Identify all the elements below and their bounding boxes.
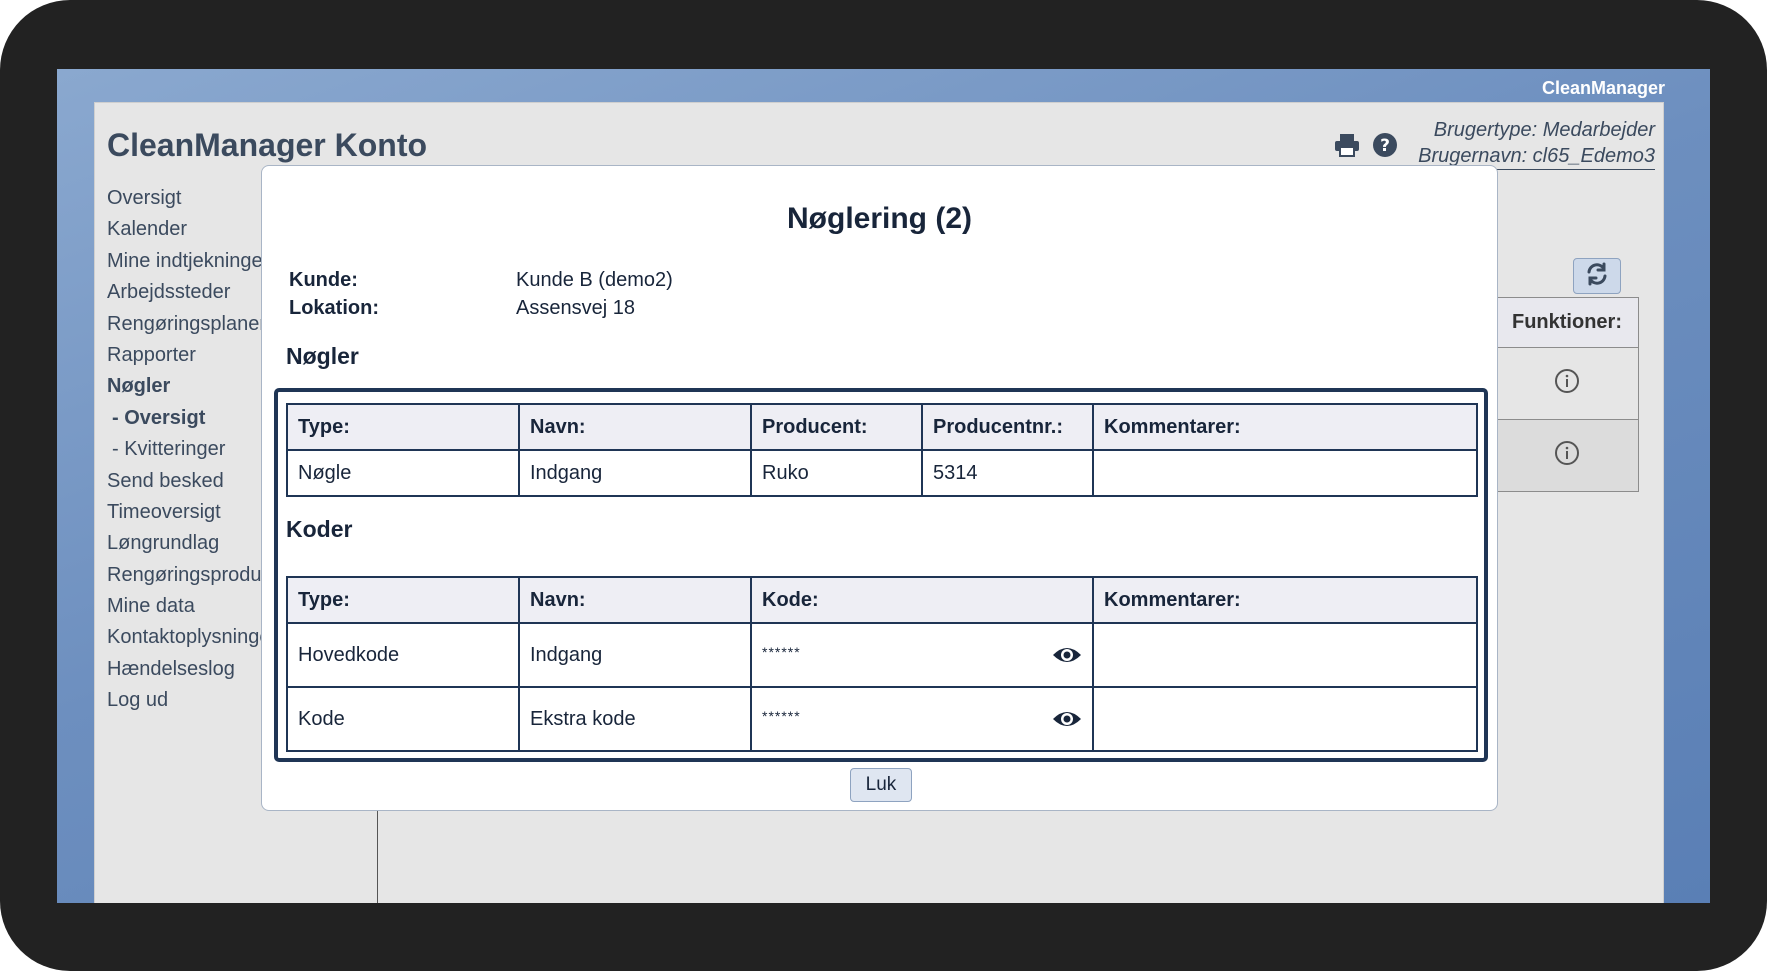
keys-header-producer: Producent: (750, 403, 923, 451)
keys-header-name: Navn: (518, 403, 752, 451)
masked-code: ****** (762, 644, 801, 660)
codes-header-comments: Kommentarer: (1092, 576, 1478, 624)
modal-overlay: Nøglering (2) Kunde: Kunde B (demo2) Lok… (57, 69, 1710, 903)
location-label: Lokation: (289, 297, 379, 319)
code-type: Kode (286, 686, 520, 752)
table-row: Nøgle Indgang Ruko 5314 (286, 449, 1478, 497)
code-type: Hovedkode (286, 622, 520, 688)
keys-header-comments: Kommentarer: (1092, 403, 1478, 451)
codes-table: Type: Navn: Kode: Kommentarer: Hovedkode… (286, 576, 1478, 752)
customer-label: Kunde: (289, 269, 358, 291)
code-name: Ekstra kode (518, 686, 752, 752)
close-button[interactable]: Luk (850, 768, 912, 802)
keyring-modal: Nøglering (2) Kunde: Kunde B (demo2) Lok… (261, 165, 1498, 811)
codes-header-row: Type: Navn: Kode: Kommentarer: (286, 576, 1478, 624)
device-frame: CleanManager CleanManager Konto ? Bruger… (0, 0, 1767, 971)
codes-header-code: Kode: (750, 576, 1094, 624)
keys-table: Type: Navn: Producent: Producentnr.: Kom… (286, 403, 1478, 497)
table-row: Hovedkode Indgang ****** (286, 622, 1478, 688)
location-value: Assensvej 18 (516, 297, 635, 319)
codes-header-name: Navn: (518, 576, 752, 624)
key-comments (1092, 449, 1478, 497)
code-comments (1092, 622, 1478, 688)
key-producer: Ruko (750, 449, 923, 497)
customer-value: Kunde B (demo2) (516, 269, 673, 291)
keys-header-producer-no: Producentnr.: (921, 403, 1094, 451)
code-value-cell: ****** (750, 622, 1094, 688)
codes-header-type: Type: (286, 576, 520, 624)
customer-info: Kunde: Kunde B (demo2) Lokation: Assensv… (289, 266, 673, 322)
keys-section-title: Nøgler (286, 343, 359, 369)
key-type: Nøgle (286, 449, 520, 497)
modal-title: Nøglering (2) (787, 202, 972, 235)
codes-section-title: Koder (286, 516, 353, 542)
screen: CleanManager CleanManager Konto ? Bruger… (57, 69, 1710, 903)
keys-header-type: Type: (286, 403, 520, 451)
code-value-cell: ****** (750, 686, 1094, 752)
key-name: Indgang (518, 449, 752, 497)
masked-code: ****** (762, 708, 801, 724)
code-name: Indgang (518, 622, 752, 688)
table-row: Kode Ekstra kode ****** (286, 686, 1478, 752)
key-producer-no: 5314 (921, 449, 1094, 497)
code-comments (1092, 686, 1478, 752)
eye-icon[interactable] (1052, 709, 1082, 729)
keys-header-row: Type: Navn: Producent: Producentnr.: Kom… (286, 403, 1478, 451)
eye-icon[interactable] (1052, 645, 1082, 665)
